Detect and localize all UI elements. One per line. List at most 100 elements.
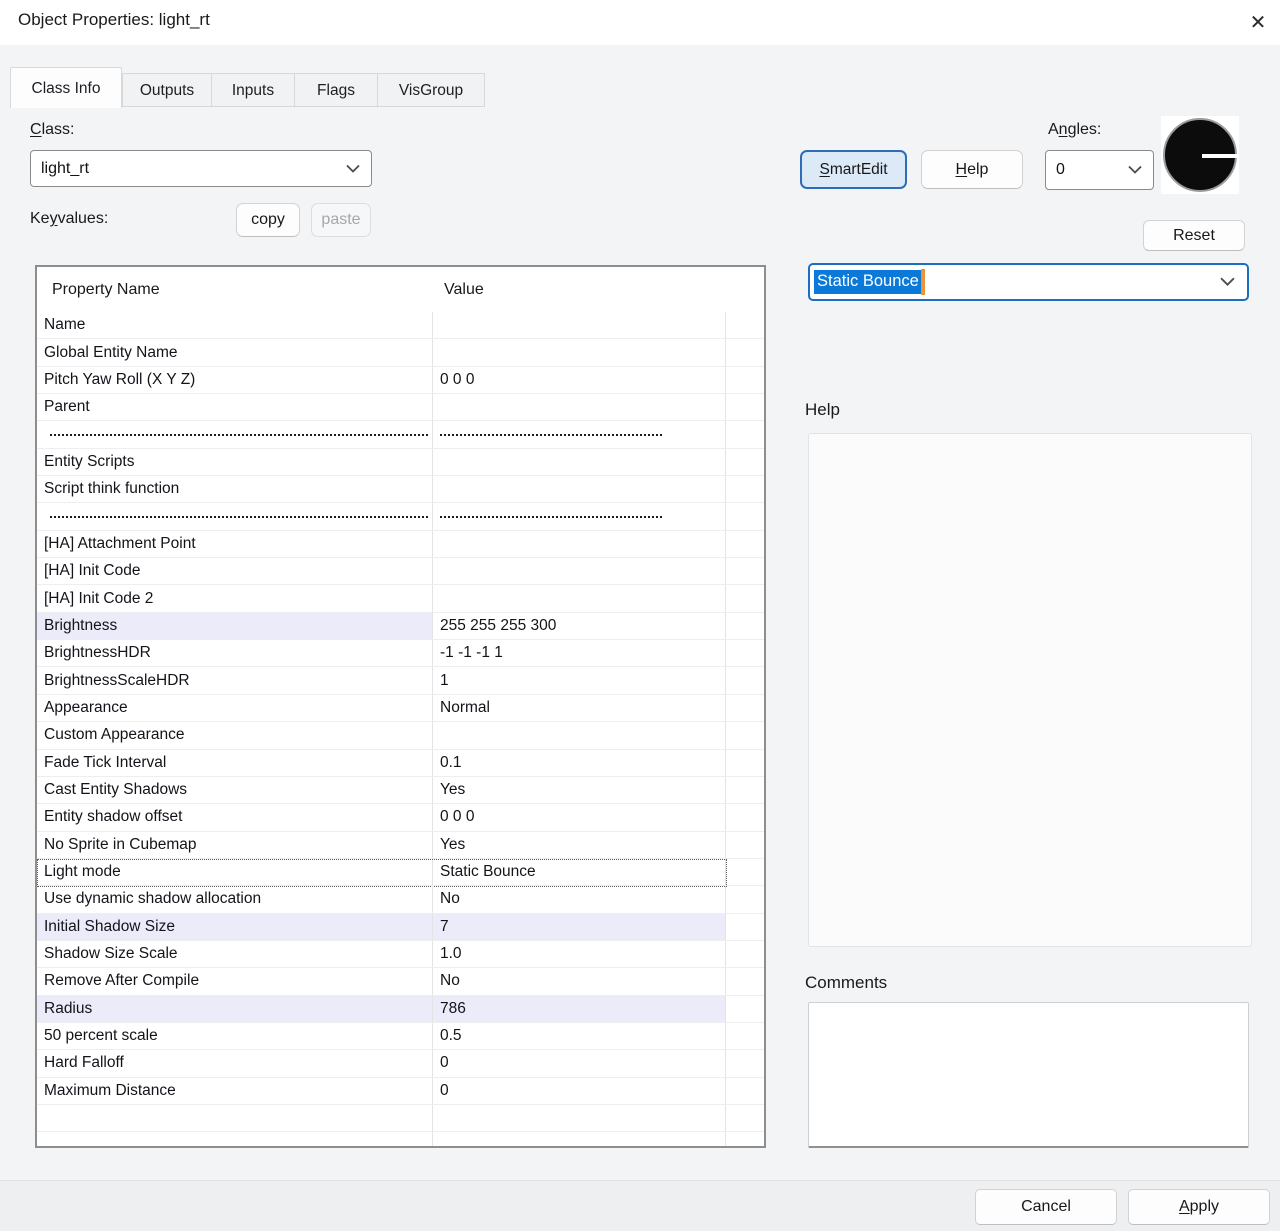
apply-button[interactable]: Apply xyxy=(1128,1189,1270,1225)
class-combobox-value: light_rt xyxy=(41,160,89,178)
table-row[interactable]: Remove After CompileNo xyxy=(37,968,764,995)
table-row[interactable]: Custom Appearance xyxy=(37,722,764,749)
property-name-cell: [HA] Attachment Point xyxy=(37,531,432,557)
reset-button[interactable]: Reset xyxy=(1143,220,1245,251)
table-row[interactable]: Entity shadow offset0 0 0 xyxy=(37,804,764,831)
property-value-cell: 1 xyxy=(432,667,725,693)
property-value-cell xyxy=(432,312,725,338)
property-name-cell: Brightness xyxy=(37,613,432,639)
table-row[interactable]: [HA] Init Code xyxy=(37,558,764,585)
tab-visgroup[interactable]: VisGroup xyxy=(377,73,485,107)
table-row[interactable]: BrightnessScaleHDR1 xyxy=(37,667,764,694)
class-combobox[interactable]: light_rt xyxy=(30,150,372,187)
property-value-cell: 786 xyxy=(432,996,725,1022)
cancel-button[interactable]: Cancel xyxy=(975,1189,1117,1225)
table-row[interactable]: Hard Falloff0 xyxy=(37,1050,764,1077)
row-spacer-cell xyxy=(725,476,764,502)
smartedit-button[interactable]: SmartEdit xyxy=(800,150,907,189)
tab-class-info[interactable]: Class Info xyxy=(10,67,122,108)
table-row[interactable] xyxy=(37,421,764,448)
table-row[interactable]: Brightness255 255 255 300 xyxy=(37,613,764,640)
tab-outputs[interactable]: Outputs xyxy=(122,73,212,107)
paste-button[interactable]: paste xyxy=(311,203,371,237)
table-row[interactable]: Script think function xyxy=(37,476,764,503)
angles-combobox-value: 0 xyxy=(1056,161,1065,179)
property-name-cell xyxy=(37,1105,432,1131)
table-row[interactable]: Name xyxy=(37,312,764,339)
table-row[interactable]: Radius786 xyxy=(37,996,764,1023)
property-value-cell: 255 255 255 300 xyxy=(432,613,725,639)
comments-textarea[interactable] xyxy=(808,1002,1249,1148)
angle-dial[interactable] xyxy=(1161,116,1239,194)
table-row[interactable]: Global Entity Name xyxy=(37,339,764,366)
row-spacer-cell xyxy=(725,449,764,475)
property-name-cell: Radius xyxy=(37,996,432,1022)
property-value-cell xyxy=(432,1132,725,1146)
property-value-cell: 7 xyxy=(432,914,725,940)
table-row[interactable]: Entity Scripts xyxy=(37,449,764,476)
comments-label: Comments xyxy=(805,973,887,993)
value-edit-combobox[interactable]: Static Bounce xyxy=(808,263,1249,301)
property-value-cell xyxy=(432,585,725,611)
row-spacer-cell xyxy=(725,667,764,693)
property-name-cell: Appearance xyxy=(37,695,432,721)
separator-line xyxy=(50,434,428,436)
property-value-cell: 0 0 0 xyxy=(432,367,725,393)
table-row[interactable]: Shadow Size Scale1.0 xyxy=(37,941,764,968)
table-row[interactable]: Light modeStatic Bounce xyxy=(37,859,764,886)
table-row[interactable]: Parent xyxy=(37,394,764,421)
table-row[interactable]: No Sprite in CubemapYes xyxy=(37,832,764,859)
copy-button[interactable]: copy xyxy=(236,203,300,237)
close-button[interactable]: ✕ xyxy=(1242,6,1274,38)
table-row[interactable] xyxy=(37,1132,764,1146)
close-icon: ✕ xyxy=(1250,10,1267,35)
row-spacer-cell xyxy=(725,585,764,611)
keyvalues-label: Keyvalues: xyxy=(30,210,108,228)
table-row[interactable]: AppearanceNormal xyxy=(37,695,764,722)
chevron-down-icon xyxy=(1128,166,1142,175)
row-spacer-cell xyxy=(725,914,764,940)
property-value-cell: Yes xyxy=(432,832,725,858)
table-row[interactable]: [HA] Attachment Point xyxy=(37,531,764,558)
help-button[interactable]: Help xyxy=(921,150,1023,189)
angle-dial-circle xyxy=(1163,118,1237,192)
table-row[interactable] xyxy=(37,1105,764,1132)
row-spacer-cell xyxy=(725,421,764,447)
tab-flags[interactable]: Flags xyxy=(294,73,378,107)
column-header-property-name[interactable]: Property Name xyxy=(37,281,432,299)
property-value-cell: -1 -1 -1 1 xyxy=(432,640,725,666)
row-spacer-cell xyxy=(725,558,764,584)
row-spacer-cell xyxy=(725,394,764,420)
table-row[interactable]: [HA] Init Code 2 xyxy=(37,585,764,612)
property-value-cell: Static Bounce xyxy=(432,859,725,885)
table-row[interactable]: Cast Entity ShadowsYes xyxy=(37,777,764,804)
keyvalues-table: Property Name Value NameGlobal Entity Na… xyxy=(35,265,766,1148)
chevron-down-icon xyxy=(346,164,360,173)
row-spacer-cell xyxy=(725,750,764,776)
property-value-cell xyxy=(432,503,725,529)
property-value-cell xyxy=(432,339,725,365)
table-row[interactable]: BrightnessHDR-1 -1 -1 1 xyxy=(37,640,764,667)
row-spacer-cell xyxy=(725,695,764,721)
table-row[interactable]: Pitch Yaw Roll (X Y Z)0 0 0 xyxy=(37,367,764,394)
table-row[interactable]: Initial Shadow Size7 xyxy=(37,914,764,941)
property-table-rows: NameGlobal Entity NamePitch Yaw Roll (X … xyxy=(37,312,764,1146)
table-row[interactable] xyxy=(37,503,764,530)
row-spacer-cell xyxy=(725,367,764,393)
property-value-cell xyxy=(432,421,725,447)
property-value-cell xyxy=(432,476,725,502)
row-spacer-cell xyxy=(725,1078,764,1104)
property-name-cell: No Sprite in Cubemap xyxy=(37,832,432,858)
property-name-cell: Light mode xyxy=(37,859,432,885)
table-row[interactable]: Use dynamic shadow allocationNo xyxy=(37,886,764,913)
table-row[interactable]: Fade Tick Interval0.1 xyxy=(37,750,764,777)
property-name-cell xyxy=(37,421,432,447)
column-header-value[interactable]: Value xyxy=(432,281,725,299)
angles-combobox[interactable]: 0 xyxy=(1045,150,1154,190)
help-panel-label: Help xyxy=(805,400,840,420)
tab-inputs[interactable]: Inputs xyxy=(211,73,295,107)
table-row[interactable]: Maximum Distance0 xyxy=(37,1078,764,1105)
row-spacer-cell xyxy=(725,640,764,666)
property-value-cell: 0 xyxy=(432,1078,725,1104)
table-row[interactable]: 50 percent scale0.5 xyxy=(37,1023,764,1050)
